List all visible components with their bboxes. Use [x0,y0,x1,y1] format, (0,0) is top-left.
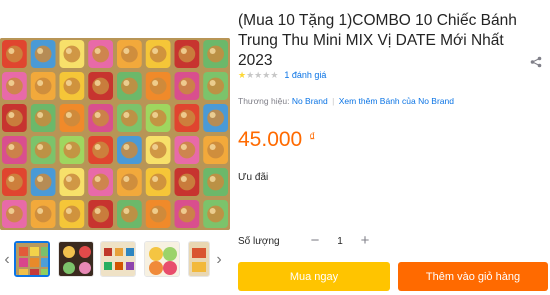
star-icon: ★ [254,70,263,80]
quantity-row: Số lượng − + [238,230,548,252]
currency-symbol: ₫ [309,130,316,144]
add-to-cart-button[interactable]: Thêm vào giỏ hàng [398,262,548,291]
product-main-image[interactable] [0,38,230,230]
promo-label: Ưu đãi [238,172,269,183]
star-icon: ★ [270,70,279,80]
thumbnail-2[interactable] [58,241,94,277]
star-rating: ★ ★ ★ ★ ★ [238,70,278,80]
thumbnail-1[interactable] [14,241,50,277]
share-icon[interactable] [530,56,542,71]
product-title: (Mua 10 Tặng 1)COMBO 10 Chiếc Bánh Trung… [238,12,517,69]
chevron-right-icon[interactable]: › [212,250,226,270]
star-icon: ★ [238,70,247,80]
quantity-label: Số lượng [238,235,280,247]
quantity-decrease-button[interactable]: − [304,230,326,252]
brand-link[interactable]: No Brand [292,96,328,106]
mooncake-photo [0,38,230,230]
price: 45.000 ₫ [238,128,315,152]
thumbnail-4[interactable] [144,241,180,277]
star-icon: ★ [246,70,255,80]
rating-count-link[interactable]: 1 đánh giá [284,70,326,80]
thumbnail-3[interactable] [100,241,136,277]
brand-row: Thương hiệu: No Brand | Xem thêm Bánh củ… [238,96,454,106]
brand-label: Thương hiệu: [238,96,290,106]
divider: | [332,96,335,106]
action-buttons: Mua ngay Thêm vào giỏ hàng [238,262,550,291]
chevron-left-icon[interactable]: ‹ [0,250,14,270]
quantity-input[interactable] [326,230,354,252]
brand-more-link[interactable]: Xem thêm Bánh của No Brand [339,96,454,106]
rating-row: ★ ★ ★ ★ ★ 1 đánh giá [238,68,326,82]
thumbnail-strip: ‹ › [0,240,230,280]
buy-now-button[interactable]: Mua ngay [238,262,390,291]
quantity-increase-button[interactable]: + [354,230,376,252]
price-value: 45.000 [238,128,303,151]
thumbnail-5[interactable] [188,241,210,277]
star-icon: ★ [262,70,271,80]
